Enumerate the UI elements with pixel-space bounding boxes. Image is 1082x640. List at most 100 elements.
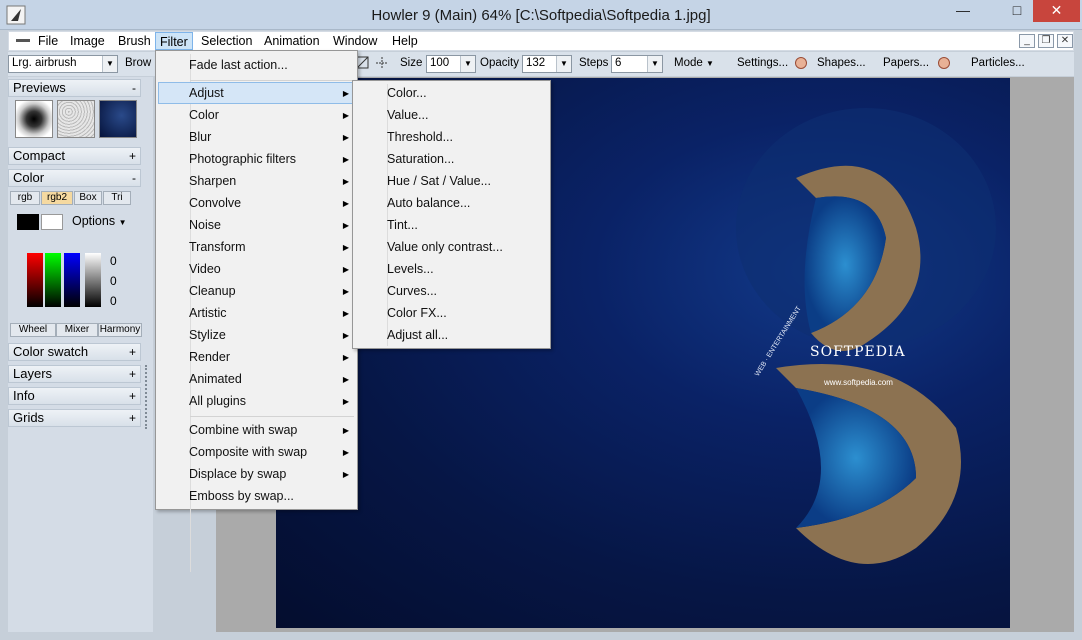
expand-icon[interactable]: + (129, 344, 136, 360)
menu-item-value-only-contrast[interactable]: Value only contrast... (387, 236, 503, 258)
info-header[interactable]: Info + (8, 387, 141, 405)
menu-item-emboss-by-swap[interactable]: Emboss by swap... (189, 485, 294, 507)
menu-item-adjust-color[interactable]: Color... (387, 82, 427, 104)
menu-image[interactable]: Image (70, 32, 105, 50)
menu-item-levels[interactable]: Levels... (387, 258, 434, 280)
brush-mode-icon[interactable] (356, 55, 370, 71)
menu-item-adjust[interactable]: Adjust (189, 82, 224, 104)
blue-slider[interactable] (64, 253, 80, 307)
mode-button[interactable]: Mode ▼ (674, 57, 714, 69)
menu-item-value[interactable]: Value... (387, 104, 428, 126)
collapse-icon[interactable]: - (132, 80, 136, 96)
background-color-swatch[interactable] (41, 214, 63, 230)
close-button[interactable]: ✕ (1033, 0, 1080, 22)
menu-item-stylize[interactable]: Stylize (189, 324, 226, 346)
collapse-icon[interactable]: - (132, 170, 136, 186)
expand-icon[interactable]: + (129, 148, 136, 164)
panel-resize-grip[interactable] (145, 365, 149, 429)
submenu-arrow-icon: ▶ (342, 177, 349, 186)
size-input[interactable]: 100 ▼ (426, 55, 476, 73)
compact-header[interactable]: Compact + (8, 147, 141, 165)
foreground-color-swatch[interactable] (17, 214, 39, 230)
tab-mixer[interactable]: Mixer (56, 323, 98, 337)
menu-selection[interactable]: Selection (201, 32, 252, 50)
menu-item-adjust-all[interactable]: Adjust all... (387, 324, 448, 346)
particles-button[interactable]: Particles... (971, 57, 1025, 69)
tab-wheel[interactable]: Wheel (10, 323, 56, 337)
tab-harmony[interactable]: Harmony (98, 323, 142, 337)
shapes-toggle-icon[interactable] (795, 57, 807, 69)
red-slider[interactable] (27, 253, 43, 307)
brush-preview-thumbnail[interactable] (15, 100, 53, 138)
menu-item-all-plugins[interactable]: All plugins (189, 390, 246, 412)
value-slider[interactable] (85, 253, 101, 307)
menu-item-curves[interactable]: Curves... (387, 280, 437, 302)
expand-icon[interactable]: + (129, 410, 136, 426)
expand-icon[interactable]: + (129, 366, 136, 382)
menu-item-transform[interactable]: Transform (189, 236, 246, 258)
steps-input[interactable]: 6 ▼ (611, 55, 663, 73)
options-dropdown[interactable]: Options ▼ (72, 214, 127, 228)
green-slider[interactable] (45, 253, 61, 307)
brush-select[interactable]: Lrg. airbrush ▼ (8, 55, 118, 73)
menu-window[interactable]: Window (333, 32, 377, 50)
menu-filter[interactable]: Filter (155, 32, 193, 50)
mdi-restore-button[interactable]: ❐ (1038, 34, 1054, 48)
grids-header[interactable]: Grids + (8, 409, 141, 427)
menu-item-auto-balance[interactable]: Auto balance... (387, 192, 470, 214)
maximize-button[interactable]: □ (1000, 0, 1034, 22)
tab-box[interactable]: Box (74, 191, 102, 205)
menu-item-threshold[interactable]: Threshold... (387, 126, 453, 148)
menu-item-color-fx[interactable]: Color FX... (387, 302, 447, 324)
menu-item-noise[interactable]: Noise (189, 214, 221, 236)
tab-rgb[interactable]: rgb (10, 191, 40, 205)
previews-header[interactable]: Previews - (8, 79, 141, 97)
shapes-button[interactable]: Shapes... (817, 57, 866, 69)
menu-brush[interactable]: Brush (118, 32, 151, 50)
menu-item-artistic[interactable]: Artistic (189, 302, 227, 324)
menu-item-animated[interactable]: Animated (189, 368, 242, 390)
menu-help[interactable]: Help (392, 32, 418, 50)
opacity-input[interactable]: 132 ▼ (522, 55, 572, 73)
expand-icon[interactable]: + (129, 388, 136, 404)
submenu-arrow-icon: ▶ (342, 243, 349, 252)
submenu-arrow-icon: ▶ (342, 133, 349, 142)
menu-item-render[interactable]: Render (189, 346, 230, 368)
menu-item-cleanup[interactable]: Cleanup (189, 280, 236, 302)
minimize-button[interactable]: — (946, 0, 980, 22)
opacity-value: 132 (526, 57, 546, 69)
tab-tri[interactable]: Tri (103, 191, 131, 205)
menu-item-combine-with-swap[interactable]: Combine with swap (189, 419, 297, 441)
settings-button[interactable]: Settings... (737, 57, 788, 69)
layers-header[interactable]: Layers + (8, 365, 141, 383)
menu-item-photographic-filters[interactable]: Photographic filters (189, 148, 296, 170)
mdi-minimize-button[interactable]: _ (1019, 34, 1035, 48)
browse-button[interactable]: Brow (125, 57, 151, 69)
menu-item-composite-with-swap[interactable]: Composite with swap (189, 441, 307, 463)
menu-item-saturation[interactable]: Saturation... (387, 148, 454, 170)
menu-file[interactable]: File (38, 32, 58, 50)
color-swatch-header[interactable]: Color swatch + (8, 343, 141, 361)
menu-item-color[interactable]: Color (189, 104, 219, 126)
menu-item-convolve[interactable]: Convolve (189, 192, 241, 214)
mdi-close-button[interactable]: ✕ (1057, 34, 1073, 48)
symmetry-icon[interactable] (374, 55, 390, 71)
chevron-down-icon: ▼ (556, 56, 571, 72)
menu-item-hue-sat-value[interactable]: Hue / Sat / Value... (387, 170, 491, 192)
menu-item-displace-by-swap[interactable]: Displace by swap (189, 463, 286, 485)
menu-item-fade-last-action[interactable]: Fade last action... (189, 54, 288, 76)
texture-preview-thumbnail[interactable] (57, 100, 95, 138)
menu-item-blur[interactable]: Blur (189, 126, 211, 148)
menu-item-video[interactable]: Video (189, 258, 221, 280)
menu-item-sharpen[interactable]: Sharpen (189, 170, 236, 192)
image-preview-thumbnail[interactable] (99, 100, 137, 138)
color-header[interactable]: Color - (8, 169, 141, 187)
menu-item-tint[interactable]: Tint... (387, 214, 418, 236)
menu-animation[interactable]: Animation (264, 32, 320, 50)
steps-value: 6 (615, 57, 622, 69)
opacity-label: Opacity (480, 57, 519, 69)
system-menu-icon[interactable] (13, 32, 33, 50)
papers-button[interactable]: Papers... (883, 57, 929, 69)
papers-toggle-icon[interactable] (938, 57, 950, 69)
tab-rgb2[interactable]: rgb2 (41, 191, 73, 205)
